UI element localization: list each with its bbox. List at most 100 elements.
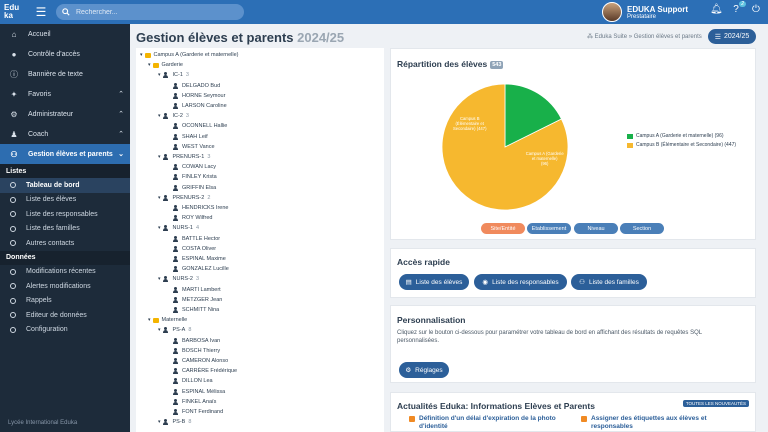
sidebar-item-banniere[interactable]: ⓘ Bannière de texte	[0, 64, 130, 84]
sidebar-sub-modifications[interactable]: Modifications récentes	[0, 265, 130, 280]
sidebar-sub-alertes[interactable]: Alertes modifications	[0, 279, 130, 294]
tree-node-student[interactable]: MARTI Lambert	[172, 286, 221, 293]
liste-responsables-button[interactable]: ◉ Liste des responsables	[474, 274, 567, 290]
eduka-logo[interactable]: Edu ka	[0, 0, 28, 24]
tree-node-student[interactable]: SHAH Leif	[172, 133, 208, 140]
tree-node-group[interactable]: ▾ IC-2 3	[158, 113, 189, 120]
news-item[interactable]: Assigner des étiquettes aux élèves et re…	[581, 415, 741, 431]
caret-down-icon[interactable]: ▾	[158, 72, 161, 78]
bell-icon[interactable]: 🔔︎	[710, 4, 723, 15]
tree-node-maternelle[interactable]: ▾ Maternelle	[148, 317, 187, 323]
tree-node-student[interactable]: GONZALEZ Lucille	[172, 266, 229, 273]
sidebar-sub-liste-responsables[interactable]: Liste des responsables	[0, 207, 130, 222]
tree-node-group[interactable]: ▾ PS-B 8	[158, 419, 191, 426]
tree-label: HORNE Seymour	[182, 92, 226, 99]
person-icon	[172, 164, 178, 171]
caret-down-icon[interactable]: ▾	[148, 62, 151, 68]
tree-node-group[interactable]: ▾ PS-A 8	[158, 327, 191, 334]
group-icon	[163, 154, 169, 160]
tree-node-campus[interactable]: ▾ Campus A (Garderie et maternelle)	[140, 52, 239, 58]
tree-node-student[interactable]: ROY Wilfred	[172, 215, 212, 222]
tree-node-student[interactable]: WEST Vance	[172, 143, 215, 150]
sidebar-item-label: Administrateur	[28, 110, 74, 118]
caret-down-icon[interactable]: ▾	[158, 113, 161, 119]
tree-label: Garderie	[161, 62, 183, 69]
caret-down-icon[interactable]: ▾	[158, 419, 161, 425]
logo-text-2: ka	[4, 11, 13, 20]
tree-node-student[interactable]: OCONNELL Hallie	[172, 123, 227, 130]
sidebar-item-accueil[interactable]: ⌂ Accueil	[0, 24, 130, 44]
tree-node-student[interactable]: DILLON Lea	[172, 378, 213, 385]
tree-node-student[interactable]: SCHMITT Nina	[172, 307, 219, 313]
tree-node-student[interactable]: LARSON Caroline	[172, 103, 227, 109]
caret-down-icon[interactable]: ▾	[158, 276, 161, 282]
legend-swatch	[627, 133, 633, 139]
filter-section-button[interactable]: Section	[620, 223, 664, 234]
tree-node-student[interactable]: METZGER Jean	[172, 296, 222, 303]
sidebar-item-coach[interactable]: ♟ Coach ⌃	[0, 124, 130, 144]
tree-node-student[interactable]: BATTLE Hector	[172, 235, 220, 242]
search-input[interactable]	[76, 8, 236, 16]
sidebar-item-gestion[interactable]: ⚇ Gestion élèves et parents ⌄	[0, 144, 130, 164]
help-icon[interactable]: ? 2	[730, 1, 746, 15]
sidebar-sub-liste-familles[interactable]: Liste des familles	[0, 222, 130, 237]
tree-node-group[interactable]: ▾ PRENURS-2 2	[158, 194, 211, 201]
tree-node-student[interactable]: ESPINAL Maxime	[172, 256, 226, 262]
sidebar-sub-editeur[interactable]: Editeur de données	[0, 308, 130, 323]
tree-node-student[interactable]: HENDRICKS Irene	[172, 205, 228, 211]
sidebar-item-favoris[interactable]: ✦ Favoris ⌃	[0, 84, 130, 104]
logout-icon[interactable]: ⏻	[750, 4, 762, 15]
sidebar-sub-liste-eleves[interactable]: Liste des élèves	[0, 193, 130, 208]
filter-site-button[interactable]: Site/Entité	[481, 223, 525, 234]
tree-node-group[interactable]: ▾ NURS-1 4	[158, 225, 199, 232]
tree-node-student[interactable]: FONT Ferdinand	[172, 409, 223, 415]
tree-node-student[interactable]: CAMERON Alonso	[172, 358, 228, 364]
tree-node-student[interactable]: BOSCH Thierry	[172, 347, 220, 354]
caret-down-icon[interactable]: ▾	[158, 154, 161, 160]
tree-node-garderie[interactable]: ▾ Garderie	[148, 62, 183, 68]
caret-down-icon[interactable]: ▾	[158, 327, 161, 333]
tree-node-student[interactable]: BARBOSA Ivan	[172, 337, 220, 344]
caret-down-icon[interactable]: ▾	[140, 52, 143, 58]
tree-node-student[interactable]: COSTA Oliver	[172, 245, 216, 252]
breadcrumb[interactable]: ⁂ Eduka Suite » Gestion élèves et parent…	[587, 33, 702, 40]
legend-item[interactable]: Campus A (Garderie et maternelle) (96)	[627, 133, 724, 139]
tree-node-student[interactable]: COWAN Lacy	[172, 164, 216, 171]
sidebar-item-controle-acces[interactable]: ● Contrôle d'accès	[0, 44, 130, 64]
liste-familles-button[interactable]: ⚇ Liste des familles	[571, 274, 647, 290]
news-item[interactable]: Définition d'un délai d'expiration de la…	[409, 415, 579, 431]
menu-icon[interactable]: ☰	[34, 5, 48, 19]
tree-node-student[interactable]: GRIFFIN Elsa	[172, 184, 216, 191]
tree-node-group[interactable]: ▾ IC-1 3	[158, 72, 189, 79]
filter-etablissement-button[interactable]: Etablissement	[527, 223, 571, 234]
tree-node-student[interactable]: DELGADO Bud	[172, 82, 220, 89]
tree-count: 2	[207, 194, 211, 201]
liste-eleves-button[interactable]: ▤ Liste des élèves	[399, 274, 469, 290]
sidebar-sub-tableau-de-bord[interactable]: Tableau de bord	[0, 178, 130, 193]
sidebar-sub-label: Modifications récentes	[26, 268, 96, 276]
reglages-button[interactable]: ⚙ Réglages	[399, 362, 449, 378]
breadcrumb-text: Eduka Suite » Gestion élèves et parents	[594, 34, 702, 40]
sidebar-sub-rappels[interactable]: Rappels	[0, 294, 130, 309]
tree-node-student[interactable]: ESPINAL Mélissa	[172, 388, 225, 395]
tree-node-student[interactable]: HORNE Seymour	[172, 92, 226, 99]
caret-down-icon[interactable]: ▾	[148, 317, 151, 323]
legend-item[interactable]: Campus B (Élémentaire et Secondaire) (44…	[627, 142, 736, 148]
tree-node-group[interactable]: ▾ PRENURS-1 3	[158, 154, 210, 160]
person-icon	[172, 296, 178, 303]
caret-down-icon[interactable]: ▾	[158, 225, 161, 231]
year-button[interactable]: ☰ 2024/25	[708, 29, 756, 44]
filter-niveau-button[interactable]: Niveau	[574, 223, 618, 234]
sidebar-item-administrateur[interactable]: ⚙ Administrateur ⌃	[0, 104, 130, 124]
caret-down-icon[interactable]: ▾	[158, 195, 161, 201]
all-news-button[interactable]: TOUTES LES NOUVEAUTÉS	[682, 400, 749, 407]
tree-node-student[interactable]: CARRÈRE Frédérique	[172, 368, 237, 375]
sidebar-sub-configuration[interactable]: Configuration	[0, 323, 130, 338]
sidebar-sub-autres-contacts[interactable]: Autres contacts	[0, 236, 130, 251]
person-icon	[172, 143, 178, 150]
search-bar[interactable]	[56, 4, 244, 20]
user-menu[interactable]: EDUKA Support Prestataire	[602, 2, 688, 22]
tree-node-student[interactable]: FINLEY Krista	[172, 174, 217, 181]
tree-node-student[interactable]: FINKEL Anaïs	[172, 398, 216, 405]
tree-node-group[interactable]: ▾ NURS-2 3	[158, 276, 199, 283]
